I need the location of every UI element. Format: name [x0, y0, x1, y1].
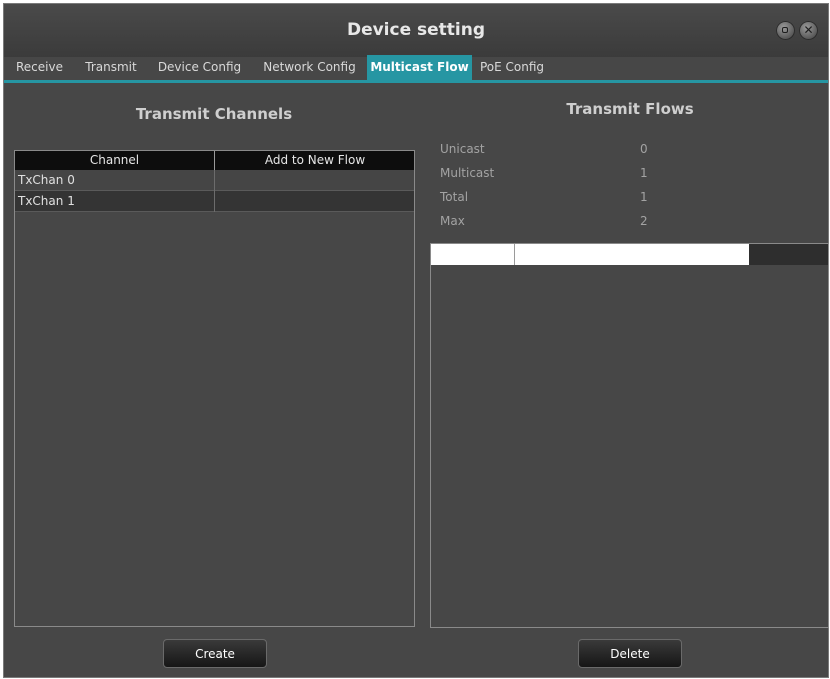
tab-receive[interactable]: Receive [4, 55, 75, 80]
tab-device-config[interactable]: Device Config [147, 55, 252, 80]
delete-button[interactable]: Delete [578, 639, 682, 668]
transmit-channels-heading: Transmit Channels [135, 105, 293, 123]
transmit-channels-table: Channel Add to New Flow TxChan 0 TxChan … [14, 150, 415, 627]
device-setting-window: Device setting ✕ Receive Transmit Device… [4, 4, 829, 677]
multicast-value: 1 [640, 166, 648, 180]
table-row[interactable]: TxChan 0 [15, 170, 414, 191]
tab-bar: Receive Transmit Device Config Network C… [4, 55, 828, 80]
tab-transmit[interactable]: Transmit [75, 55, 147, 80]
table-row[interactable]: TxChan 1 [15, 191, 414, 212]
tab-underline [4, 80, 828, 83]
close-icon: ✕ [803, 23, 814, 37]
multicast-label: Multicast [440, 166, 495, 180]
tab-network-config[interactable]: Network Config [252, 55, 367, 80]
flow-row[interactable]: 多播流1 TxChan 0 TxChan 1 [431, 244, 828, 265]
channel-cell: TxChan 1 [18, 194, 75, 208]
tab-poe-config[interactable]: PoE Config [472, 55, 552, 80]
minimize-button[interactable] [776, 21, 795, 40]
max-value: 2 [640, 214, 648, 228]
total-value: 1 [640, 190, 648, 204]
unicast-value: 0 [640, 142, 648, 156]
column-header-add-to-new-flow[interactable]: Add to New Flow [214, 151, 415, 170]
add-to-flow-cell[interactable] [214, 191, 414, 212]
max-label: Max [440, 214, 465, 228]
table-header: Channel Add to New Flow [15, 151, 414, 170]
minimize-icon [782, 27, 788, 33]
flow-name-cell: 多播流1 [431, 244, 515, 265]
title-bar[interactable]: Device setting ✕ [4, 4, 828, 57]
column-header-channel[interactable]: Channel [15, 151, 214, 170]
unicast-label: Unicast [440, 142, 485, 156]
window-title: Device setting [346, 20, 486, 40]
tab-multicast-flow[interactable]: Multicast Flow [367, 55, 472, 80]
add-to-flow-cell[interactable] [214, 170, 414, 191]
channel-cell: TxChan 0 [18, 173, 75, 187]
flow-channels-cell: TxChan 0 TxChan 1 [515, 244, 749, 265]
transmit-flows-heading: Transmit Flows [566, 100, 694, 118]
total-label: Total [440, 190, 469, 204]
create-button[interactable]: Create [163, 639, 267, 668]
transmit-flows-list: 多播流1 TxChan 0 TxChan 1 [430, 243, 829, 628]
close-button[interactable]: ✕ [799, 21, 818, 40]
